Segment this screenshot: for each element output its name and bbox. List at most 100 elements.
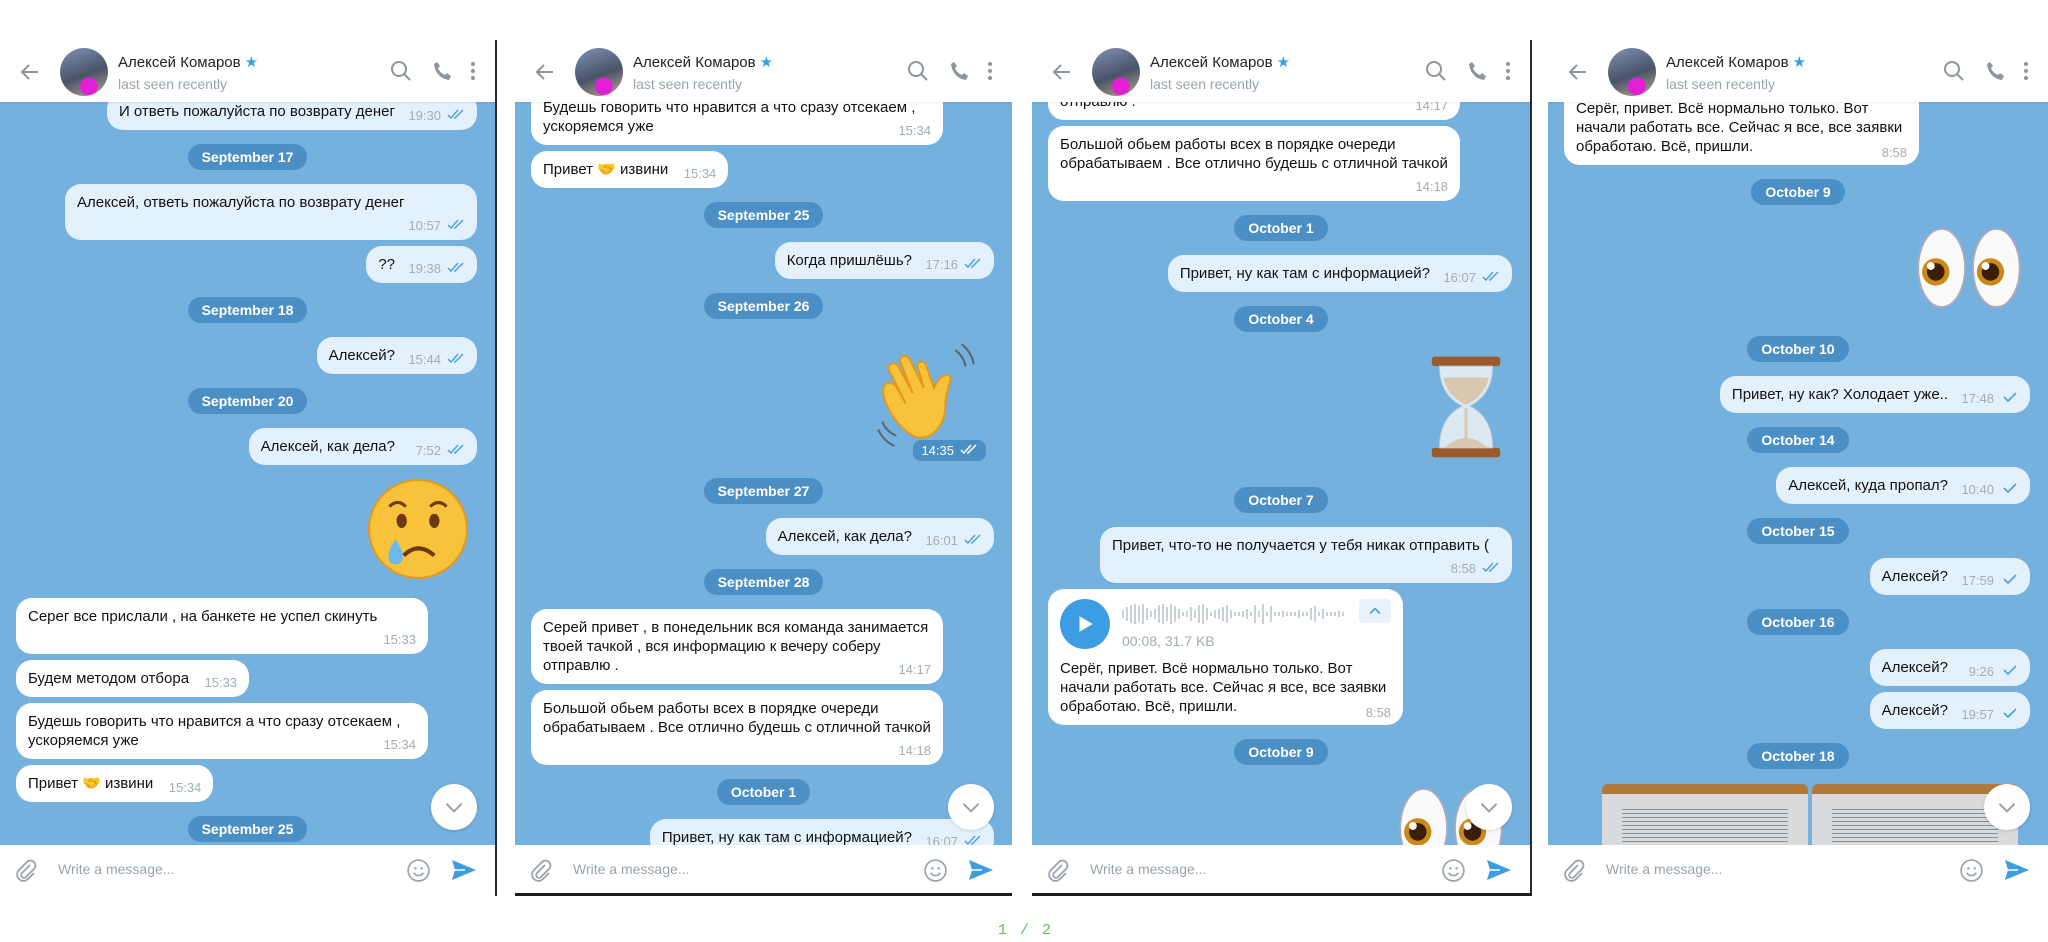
emoji-icon[interactable] xyxy=(923,858,948,883)
outgoing-message[interactable]: Алексей, как дела? 7:52 xyxy=(248,428,477,465)
message-area[interactable]: Будешь говорить что нравится а что сразу… xyxy=(515,102,1012,845)
more-options-icon[interactable] xyxy=(1496,59,1520,83)
sticker-waving-hand[interactable]: 14:35 xyxy=(874,340,986,461)
message-meta: 15:34 xyxy=(684,164,717,183)
message-input[interactable]: Write a message... xyxy=(1090,861,1206,877)
message-area[interactable]: И ответь пожалуйста по возврату денег 19:… xyxy=(0,102,495,845)
outgoing-message[interactable]: Алексей, ответь пожалуйста по возврату д… xyxy=(65,184,477,240)
paperclip-icon[interactable] xyxy=(14,858,38,882)
paperclip-icon[interactable] xyxy=(1046,858,1070,882)
outgoing-message[interactable]: Алексей? 17:59 xyxy=(1869,558,2030,595)
send-icon[interactable] xyxy=(968,858,994,882)
more-options-icon[interactable] xyxy=(461,59,485,83)
voice-message[interactable]: 00:08, 31.7 KBСерёг, привет. Всё нормаль… xyxy=(1048,589,1403,725)
message-area[interactable]: Серей привет , в понедельник вся команда… xyxy=(1032,102,1530,845)
avatar[interactable] xyxy=(60,48,108,96)
incoming-message[interactable]: Серей привет , в понедельник вся команда… xyxy=(531,609,943,684)
outgoing-message[interactable]: Алексей? 9:26 xyxy=(1869,649,2030,686)
search-icon[interactable] xyxy=(389,59,413,83)
sticker-crying-face[interactable] xyxy=(367,478,469,585)
message-area[interactable]: 00:08, 31.7 KBСерёг, привет. Всё нормаль… xyxy=(1548,102,2048,845)
scroll-down-button[interactable] xyxy=(948,784,994,830)
back-arrow-icon[interactable] xyxy=(18,60,42,84)
incoming-message[interactable]: Будешь говорить что нравится а что сразу… xyxy=(16,703,428,759)
more-options-icon[interactable] xyxy=(2014,59,2038,83)
message-composer: Write a message... xyxy=(515,845,1012,893)
message-text: Привет, ну как там с информацией? xyxy=(1179,265,1430,282)
search-icon[interactable] xyxy=(1942,59,1966,83)
message-meta: 19:57 xyxy=(1961,705,2018,724)
message-input[interactable]: Write a message... xyxy=(573,861,689,877)
outgoing-message[interactable]: И ответь пожалуйста по возврату денег 19:… xyxy=(106,102,477,130)
scroll-down-button[interactable] xyxy=(1984,784,2030,830)
message-text: Будешь говорить что нравится а что сразу… xyxy=(543,102,916,135)
incoming-message[interactable]: Привет 🤝 извини 15:34 xyxy=(531,151,729,188)
incoming-message[interactable]: Будем методом отбора 15:33 xyxy=(16,660,250,697)
contact-name[interactable]: Алексей Комаров ★ xyxy=(118,53,258,71)
incoming-message[interactable]: Привет 🤝 извини 15:34 xyxy=(16,765,214,802)
outgoing-message[interactable]: Привет, что-то не получается у тебя ника… xyxy=(1100,527,1512,583)
outgoing-message[interactable]: Привет, ну как там с информацией? 16:07 xyxy=(649,819,994,845)
avatar[interactable] xyxy=(1092,48,1140,96)
outgoing-message[interactable]: Привет, ну как там с информацией? 16:07 xyxy=(1167,255,1512,292)
search-icon[interactable] xyxy=(906,59,930,83)
date-separator: October 1 xyxy=(716,779,811,805)
send-icon[interactable] xyxy=(2004,858,2030,882)
outgoing-message[interactable]: Алексей? 19:57 xyxy=(1869,692,2030,729)
phone-icon[interactable] xyxy=(948,59,972,83)
send-icon[interactable] xyxy=(1486,858,1512,882)
incoming-message[interactable]: Серег все прислали , на банкете не успел… xyxy=(16,598,428,654)
contact-name[interactable]: Алексей Комаров ★ xyxy=(633,53,773,71)
message-input[interactable]: Write a message... xyxy=(1606,861,1722,877)
search-icon[interactable] xyxy=(1424,59,1448,83)
message-time: 9:26 xyxy=(1968,664,1994,679)
waveform[interactable] xyxy=(1122,603,1344,625)
incoming-message[interactable]: Большой обьем работы всех в порядке очер… xyxy=(531,690,943,765)
emoji-icon[interactable] xyxy=(406,858,431,883)
incoming-message[interactable]: Будешь говорить что нравится а что сразу… xyxy=(531,102,943,145)
collapse-transcript-button[interactable] xyxy=(1359,599,1391,623)
more-options-icon[interactable] xyxy=(978,59,1002,83)
message-time: 15:34 xyxy=(168,780,202,795)
date-separator: October 9 xyxy=(1751,179,1845,205)
message-text: Большой обьем работы всех в порядке очер… xyxy=(543,700,931,736)
chat-window: Алексей Комаров★ last seen recently 00:08,… xyxy=(1548,40,2048,896)
document-photo[interactable] xyxy=(1602,784,1808,845)
check-icon xyxy=(2000,662,2018,681)
avatar[interactable] xyxy=(1608,48,1656,96)
outgoing-message[interactable]: Когда пришлёшь? 17:16 xyxy=(774,242,994,279)
scroll-down-button[interactable] xyxy=(431,784,477,830)
voice-player: 00:08, 31.7 KB xyxy=(1060,599,1391,649)
contact-name[interactable]: Алексей Комаров ★ xyxy=(1150,53,1290,71)
incoming-message[interactable]: Большой обьем работы всех в порядке очер… xyxy=(1048,126,1460,201)
message-meta: 15:34 xyxy=(169,778,202,797)
emoji-icon[interactable] xyxy=(1441,858,1466,883)
outgoing-message[interactable]: Алексей, куда пропал? 10:40 xyxy=(1776,467,2030,504)
scroll-down-button[interactable] xyxy=(1466,784,1512,830)
sticker-hourglass[interactable] xyxy=(1428,353,1504,466)
back-arrow-icon[interactable] xyxy=(1050,60,1074,84)
contact-name[interactable]: Алексей Комаров ★ xyxy=(1666,53,1806,71)
back-arrow-icon[interactable] xyxy=(533,60,557,84)
paperclip-icon[interactable] xyxy=(1562,858,1586,882)
sticker-eyes[interactable] xyxy=(1914,226,2022,315)
outgoing-message[interactable]: Привет, ну как? Холодает уже.. 17:48 xyxy=(1719,376,2030,413)
avatar[interactable] xyxy=(575,48,623,96)
time-spacer xyxy=(1136,105,1184,106)
incoming-message[interactable]: Серей привет , в понедельник вся команда… xyxy=(1048,102,1460,120)
message-input[interactable]: Write a message... xyxy=(58,861,174,877)
outgoing-message[interactable]: ?? 19:38 xyxy=(366,246,477,283)
voice-message[interactable]: 00:08, 31.7 KBСерёг, привет. Всё нормаль… xyxy=(1564,102,1919,165)
paperclip-icon[interactable] xyxy=(529,858,553,882)
phone-icon[interactable] xyxy=(1466,59,1490,83)
send-icon[interactable] xyxy=(451,858,477,882)
outgoing-message[interactable]: Алексей, как дела? 16:01 xyxy=(765,518,994,555)
play-button[interactable] xyxy=(1060,599,1110,649)
message-meta: 14:17 xyxy=(898,660,931,679)
emoji-icon[interactable] xyxy=(1959,858,1984,883)
back-arrow-icon[interactable] xyxy=(1566,60,1590,84)
phone-icon[interactable] xyxy=(1984,59,2008,83)
message-text: Когда пришлёшь? xyxy=(786,252,912,269)
outgoing-message[interactable]: Алексей? 15:44 xyxy=(316,337,477,374)
phone-icon[interactable] xyxy=(431,59,455,83)
